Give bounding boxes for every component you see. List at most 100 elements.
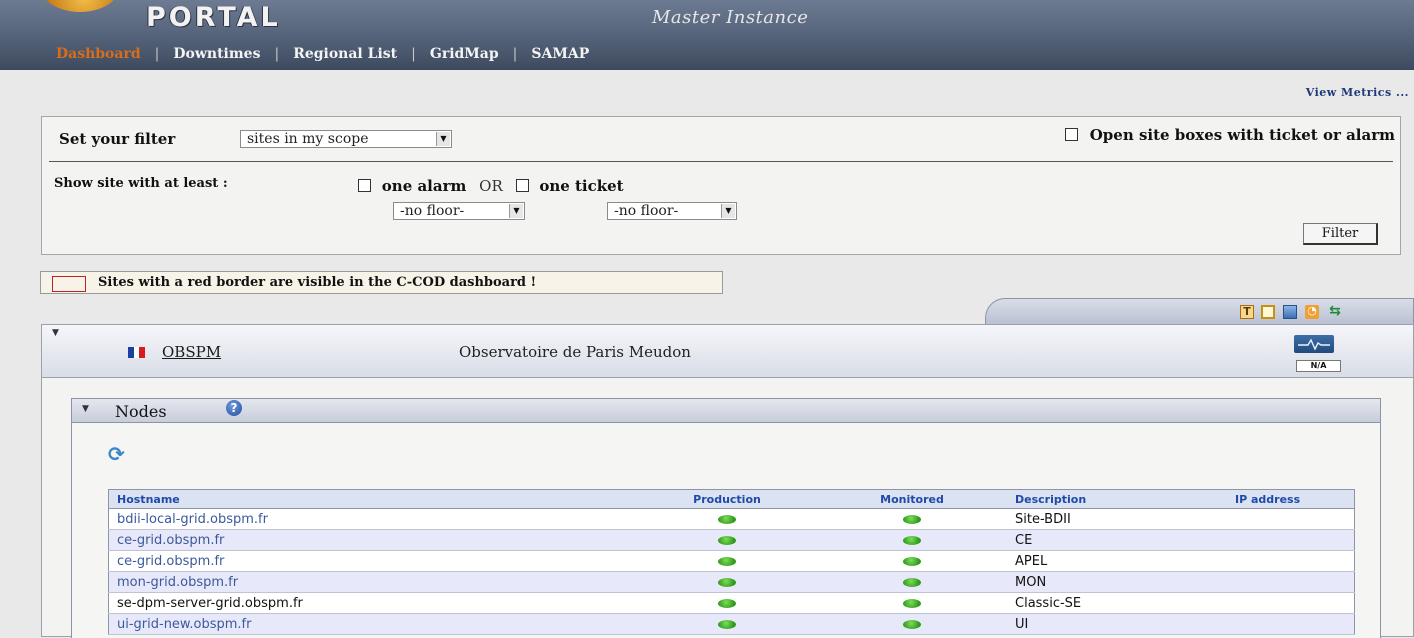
production-cell xyxy=(637,571,817,593)
site-box: ▼ OBSPM Observatoire de Paris Meudon N/A… xyxy=(41,324,1414,638)
hostname-cell[interactable]: ce-grid.obspm.fr xyxy=(108,529,637,551)
hostname-cell[interactable]: ce-grid.obspm.fr xyxy=(108,550,637,572)
or-label: OR xyxy=(479,177,503,195)
description-cell: Site-BDII xyxy=(1007,508,1235,530)
notepad-icon[interactable] xyxy=(1261,305,1275,319)
table-row[interactable]: ce-grid.obspm.fr CE xyxy=(108,529,1355,551)
table-row[interactable]: ce-grid.obspm.fr APEL xyxy=(108,550,1355,572)
nav-separator: | xyxy=(274,46,280,62)
hostname-cell[interactable]: ui-grid-new.obspm.fr xyxy=(108,613,637,635)
ip-cell xyxy=(1235,571,1355,593)
status-ok-icon xyxy=(903,598,921,608)
filter-divider xyxy=(49,161,1393,162)
status-ok-icon xyxy=(718,598,736,608)
column-header-ip-address: IP address xyxy=(1235,489,1355,509)
chevron-down-icon: ▼ xyxy=(436,132,450,146)
table-row[interactable]: mon-grid.obspm.fr MON xyxy=(108,571,1355,593)
nav-separator: | xyxy=(411,46,416,62)
nodes-table: Hostname Production Monitored Descriptio… xyxy=(108,489,1355,635)
scope-select[interactable]: sites in my scope ▼ xyxy=(240,130,452,148)
filter-button[interactable]: Filter xyxy=(1303,223,1378,245)
portal-logo-text[interactable]: PORTAL xyxy=(146,2,281,33)
ticket-floor-value: -no floor- xyxy=(614,203,679,219)
collapse-site-icon[interactable]: ▼ xyxy=(52,328,59,338)
alarm-checkbox[interactable] xyxy=(358,179,371,192)
nav-gridmap[interactable]: GridMap xyxy=(430,46,499,62)
production-cell xyxy=(637,508,817,530)
table-row[interactable]: se-dpm-server-grid.obspm.fr Classic-SE xyxy=(108,592,1355,614)
status-ok-icon xyxy=(903,619,921,629)
site-name-link[interactable]: OBSPM xyxy=(162,343,221,361)
refresh-nodes-icon[interactable]: ⟳ xyxy=(108,444,128,464)
column-header-hostname: Hostname xyxy=(108,489,637,509)
ticket-label: one ticket xyxy=(539,177,624,195)
description-cell: Classic-SE xyxy=(1007,592,1235,614)
portal-header: PORTAL Master Instance Dashboard | Downtim… xyxy=(0,0,1414,70)
nodes-title: Nodes xyxy=(115,402,167,421)
description-cell: CE xyxy=(1007,529,1235,551)
ip-cell xyxy=(1235,592,1355,614)
nodes-header: ▼ Nodes ? xyxy=(72,399,1380,423)
status-ok-icon xyxy=(718,535,736,545)
chevron-down-icon: ▼ xyxy=(509,204,523,218)
status-ok-icon xyxy=(718,577,736,587)
status-ok-icon xyxy=(903,514,921,524)
site-header: ▼ OBSPM Observatoire de Paris Meudon N/A xyxy=(42,325,1413,378)
alarm-floor-value: -no floor- xyxy=(400,203,465,219)
description-cell: MON xyxy=(1007,571,1235,593)
alarm-floor-select[interactable]: -no floor- ▼ xyxy=(393,202,525,220)
red-border-swatch xyxy=(52,276,86,292)
status-ok-icon xyxy=(718,556,736,566)
monitored-cell xyxy=(817,571,1007,593)
status-ok-icon xyxy=(718,514,736,524)
monitored-cell xyxy=(817,529,1007,551)
nav-samap[interactable]: SAMAP xyxy=(531,46,589,62)
hostname-cell[interactable]: bdii-local-grid.obspm.fr xyxy=(108,508,637,530)
ip-cell xyxy=(1235,613,1355,635)
nav-regional-list[interactable]: Regional List xyxy=(293,46,397,62)
rss-icon[interactable]: ◔ xyxy=(1305,305,1319,319)
site-toolbar: T ◔ ⇆ xyxy=(985,298,1414,324)
alarm-label: one alarm xyxy=(381,177,467,195)
column-header-monitored: Monitored xyxy=(817,489,1007,509)
open-boxes-label: Open site boxes with ticket or alarm xyxy=(1089,126,1395,144)
hostname-cell[interactable]: mon-grid.obspm.fr xyxy=(108,571,637,593)
description-cell: UI xyxy=(1007,613,1235,635)
monitored-cell xyxy=(817,508,1007,530)
ip-cell xyxy=(1235,508,1355,530)
production-cell xyxy=(637,550,817,572)
hostname-cell[interactable]: se-dpm-server-grid.obspm.fr xyxy=(108,592,637,614)
help-icon[interactable]: ? xyxy=(226,400,242,416)
production-cell xyxy=(637,529,817,551)
filter-label: Set your filter xyxy=(59,130,176,148)
nav-downtimes[interactable]: Downtimes xyxy=(173,46,260,62)
column-header-description: Description xyxy=(1007,489,1235,509)
ip-cell xyxy=(1235,550,1355,572)
status-ok-icon xyxy=(903,556,921,566)
production-cell xyxy=(637,613,817,635)
ticket-floor-select[interactable]: -no floor- ▼ xyxy=(607,202,737,220)
nav-dashboard[interactable]: Dashboard xyxy=(56,46,141,62)
red-border-legend: Sites with a red border are visible in t… xyxy=(40,271,723,294)
nav-separator: | xyxy=(512,46,518,62)
production-cell xyxy=(637,592,817,614)
table-row[interactable]: ui-grid-new.obspm.fr UI xyxy=(108,613,1355,635)
portal-logo-icon xyxy=(40,0,120,12)
view-metrics-link[interactable]: View Metrics ... xyxy=(1306,86,1409,99)
refresh-arrows-icon[interactable]: ⇆ xyxy=(1328,304,1342,319)
instance-title: Master Instance xyxy=(652,7,809,28)
contacts-icon[interactable] xyxy=(1283,305,1297,319)
legend-text: Sites with a red border are visible in t… xyxy=(98,275,537,290)
status-ok-icon xyxy=(903,535,921,545)
open-boxes-checkbox[interactable] xyxy=(1065,128,1079,141)
flag-stripe-red xyxy=(139,347,146,358)
status-badge: N/A xyxy=(1296,360,1341,372)
monitored-cell xyxy=(817,592,1007,614)
monitoring-pulse-icon[interactable] xyxy=(1294,335,1334,353)
ticket-checkbox[interactable] xyxy=(515,179,529,192)
ticket-add-icon[interactable]: T xyxy=(1240,305,1254,319)
show-site-label: Show site with at least : xyxy=(54,176,228,191)
table-row[interactable]: bdii-local-grid.obspm.fr Site-BDII xyxy=(108,508,1355,530)
filter-panel: Set your filter sites in my scope ▼ Open… xyxy=(41,116,1401,255)
collapse-nodes-icon[interactable]: ▼ xyxy=(82,404,89,414)
